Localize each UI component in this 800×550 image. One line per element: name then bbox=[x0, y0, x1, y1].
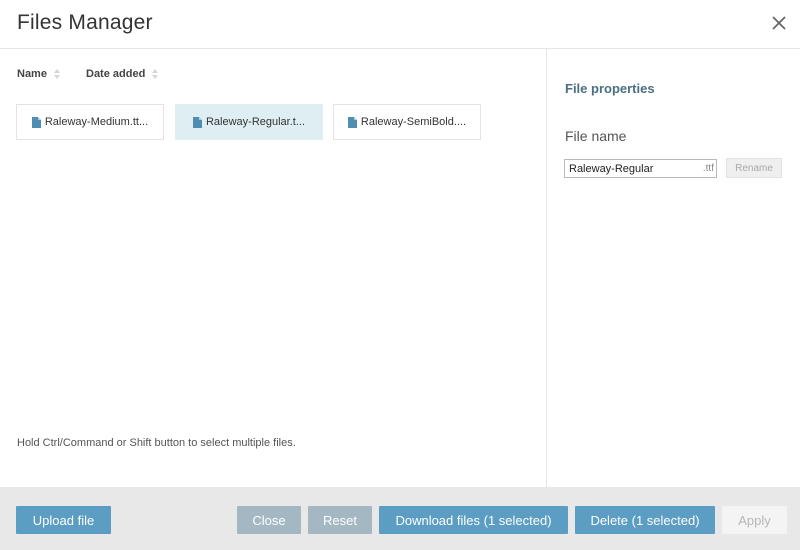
rename-button: Rename bbox=[726, 158, 782, 178]
file-tile-selected[interactable]: Raleway-Regular.t... bbox=[175, 104, 323, 140]
reset-button[interactable]: Reset bbox=[308, 506, 372, 534]
sort-by-name[interactable]: Name bbox=[17, 68, 60, 80]
upload-file-button[interactable]: Upload file bbox=[16, 506, 111, 534]
files-manager-dialog: Files Manager Name Date added Raleway-Me… bbox=[0, 0, 800, 550]
sort-date-label: Date added bbox=[86, 68, 146, 80]
apply-button: Apply bbox=[722, 506, 787, 534]
sort-name-label: Name bbox=[17, 68, 47, 80]
file-icon bbox=[192, 116, 202, 128]
close-icon[interactable] bbox=[770, 14, 788, 32]
sort-arrows-icon bbox=[152, 69, 159, 79]
dialog-header: Files Manager bbox=[0, 0, 800, 49]
sort-arrows-icon bbox=[53, 69, 60, 79]
file-tile[interactable]: Raleway-SemiBold.... bbox=[333, 104, 481, 140]
properties-title: File properties bbox=[565, 81, 655, 96]
file-tile[interactable]: Raleway-Medium.tt... bbox=[16, 104, 164, 140]
close-button[interactable]: Close bbox=[237, 506, 301, 534]
sort-by-date[interactable]: Date added bbox=[86, 68, 159, 80]
file-icon bbox=[31, 116, 41, 128]
dialog-footer: Upload file Close Reset Download files (… bbox=[0, 487, 800, 550]
file-name: Raleway-Regular.t... bbox=[205, 116, 306, 128]
delete-button[interactable]: Delete (1 selected) bbox=[575, 506, 715, 534]
file-name: Raleway-Medium.tt... bbox=[44, 116, 149, 128]
file-list-pane: Name Date added Raleway-Medium.tt... Ral… bbox=[0, 49, 547, 487]
file-icon bbox=[347, 116, 357, 128]
file-name-input[interactable] bbox=[565, 162, 693, 175]
file-properties-pane: File properties File name .ttf Rename bbox=[548, 49, 800, 487]
file-name-field: .ttf bbox=[564, 159, 717, 178]
file-name-label: File name bbox=[565, 128, 627, 144]
dialog-title: Files Manager bbox=[17, 11, 153, 34]
download-files-button[interactable]: Download files (1 selected) bbox=[379, 506, 568, 534]
file-name: Raleway-SemiBold.... bbox=[360, 116, 467, 128]
file-extension: .ttf bbox=[702, 163, 714, 174]
multi-select-hint: Hold Ctrl/Command or Shift button to sel… bbox=[17, 437, 296, 449]
